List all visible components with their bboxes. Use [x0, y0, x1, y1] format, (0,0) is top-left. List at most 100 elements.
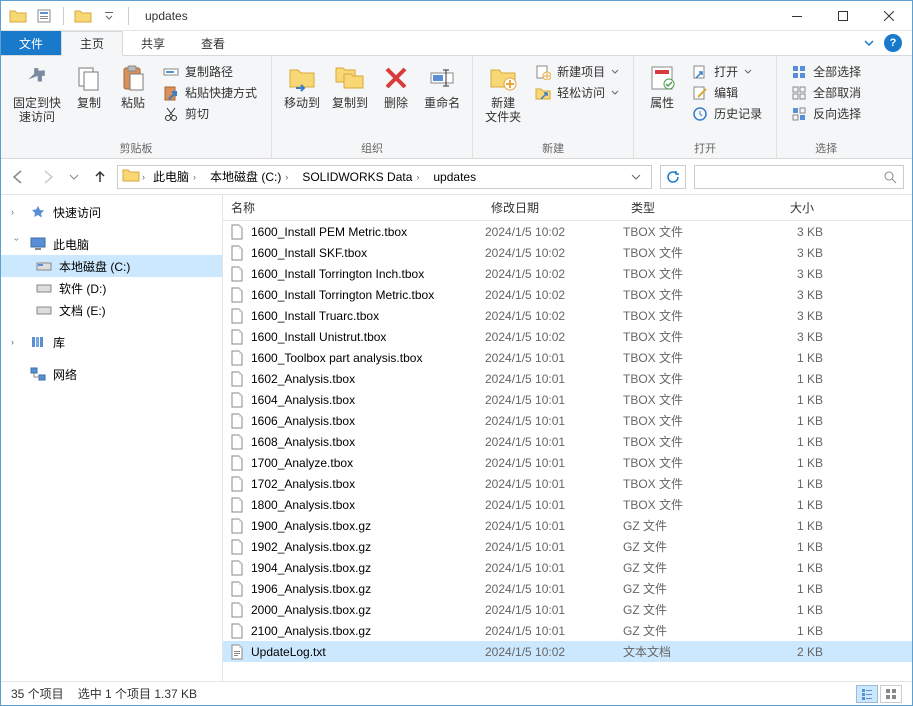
breadcrumb-segment[interactable]: 本地磁盘 (C:)›: [204, 168, 294, 185]
file-row[interactable]: 1600_Install Torrington Metric.tbox2024/…: [223, 284, 912, 305]
file-row[interactable]: UpdateLog.txt2024/1/5 10:02文本文档2 KB: [223, 641, 912, 662]
paste-icon: [117, 62, 149, 94]
file-row[interactable]: 1700_Analyze.tbox2024/1/5 10:01TBOX 文件1 …: [223, 452, 912, 473]
nav-up-button[interactable]: [91, 168, 109, 186]
file-row[interactable]: 1800_Analysis.tbox2024/1/5 10:01TBOX 文件1…: [223, 494, 912, 515]
refresh-button[interactable]: [660, 165, 686, 189]
file-type: TBOX 文件: [623, 454, 743, 471]
file-row[interactable]: 1600_Install Torrington Inch.tbox2024/1/…: [223, 263, 912, 284]
file-row[interactable]: 1600_Install Unistrut.tbox2024/1/5 10:02…: [223, 326, 912, 347]
drive-icon: [35, 302, 53, 318]
rename-button[interactable]: 重命名: [418, 60, 466, 112]
file-name: 1600_Install SKF.tbox: [251, 246, 367, 260]
file-row[interactable]: 1602_Analysis.tbox2024/1/5 10:01TBOX 文件1…: [223, 368, 912, 389]
file-type: TBOX 文件: [623, 349, 743, 366]
tree-network[interactable]: 网络: [1, 363, 222, 385]
column-size[interactable]: 大小: [743, 199, 823, 216]
file-row[interactable]: 1604_Analysis.tbox2024/1/5 10:01TBOX 文件1…: [223, 389, 912, 410]
expand-icon[interactable]: ›: [11, 207, 23, 217]
file-row[interactable]: 2000_Analysis.tbox.gz2024/1/5 10:01GZ 文件…: [223, 599, 912, 620]
minimize-button[interactable]: [774, 1, 820, 31]
dropdown-icon: [611, 89, 619, 97]
column-date[interactable]: 修改日期: [483, 199, 623, 216]
file-row[interactable]: 1902_Analysis.tbox.gz2024/1/5 10:01GZ 文件…: [223, 536, 912, 557]
open-button[interactable]: 打开: [688, 62, 766, 81]
file-row[interactable]: 1600_Toolbox part analysis.tbox2024/1/5 …: [223, 347, 912, 368]
copy-button[interactable]: 复制: [67, 60, 111, 112]
tree-libraries[interactable]: › 库: [1, 331, 222, 353]
search-input[interactable]: [694, 165, 904, 189]
delete-button[interactable]: 删除: [374, 60, 418, 112]
new-folder-button[interactable]: 新建 文件夹: [479, 60, 527, 127]
file-row[interactable]: 1600_Install Truarc.tbox2024/1/5 10:02TB…: [223, 305, 912, 326]
tree-this-pc[interactable]: › 此电脑: [1, 233, 222, 255]
breadcrumb-segment[interactable]: updates: [427, 170, 482, 184]
view-details-button[interactable]: [856, 685, 878, 703]
column-type[interactable]: 类型: [623, 199, 743, 216]
maximize-button[interactable]: [820, 1, 866, 31]
file-name: 1600_Install Torrington Metric.tbox: [251, 288, 434, 302]
properties-button[interactable]: 属性: [640, 60, 684, 112]
copy-to-button[interactable]: 复制到: [326, 60, 374, 112]
file-size: 1 KB: [743, 582, 823, 596]
file-row[interactable]: 1900_Analysis.tbox.gz2024/1/5 10:01GZ 文件…: [223, 515, 912, 536]
breadcrumb-segment[interactable]: 此电脑›: [147, 168, 202, 185]
column-headers: 名称 修改日期 类型 大小: [223, 195, 912, 221]
tab-file[interactable]: 文件: [1, 31, 61, 55]
paste-shortcut-button[interactable]: 粘贴快捷方式: [159, 83, 261, 102]
nav-forward-button[interactable]: [39, 168, 57, 186]
new-item-button[interactable]: 新建项目: [531, 62, 623, 81]
tab-share[interactable]: 共享: [123, 31, 183, 55]
folder-icon: [122, 168, 140, 186]
file-date: 2024/1/5 10:01: [483, 624, 623, 638]
file-row[interactable]: 1904_Analysis.tbox.gz2024/1/5 10:01GZ 文件…: [223, 557, 912, 578]
file-row[interactable]: 1702_Analysis.tbox2024/1/5 10:01TBOX 文件1…: [223, 473, 912, 494]
easy-access-button[interactable]: 轻松访问: [531, 83, 623, 102]
invert-selection-button[interactable]: 反向选择: [787, 104, 865, 123]
properties-icon: [646, 62, 678, 94]
pin-to-quick-access-button[interactable]: 固定到快 速访问: [7, 60, 67, 127]
file-row[interactable]: 2100_Analysis.tbox.gz2024/1/5 10:01GZ 文件…: [223, 620, 912, 641]
chevron-right-icon[interactable]: ›: [142, 172, 145, 182]
column-name[interactable]: 名称: [223, 199, 483, 216]
tree-drive-e[interactable]: 文档 (E:): [1, 299, 222, 321]
tab-home[interactable]: 主页: [61, 31, 123, 56]
properties-icon[interactable]: [33, 5, 55, 27]
tab-view[interactable]: 查看: [183, 31, 243, 55]
view-icons-button[interactable]: [880, 685, 902, 703]
move-to-button[interactable]: 移动到: [278, 60, 326, 112]
copy-path-button[interactable]: 复制路径: [159, 62, 261, 81]
file-type: GZ 文件: [623, 517, 743, 534]
history-button[interactable]: 历史记录: [688, 104, 766, 123]
tree-drive-c[interactable]: 本地磁盘 (C:): [1, 255, 222, 277]
tree-drive-d[interactable]: 软件 (D:): [1, 277, 222, 299]
file-row[interactable]: 1606_Analysis.tbox2024/1/5 10:01TBOX 文件1…: [223, 410, 912, 431]
tree-quick-access[interactable]: › 快速访问: [1, 201, 222, 223]
nav-recent-button[interactable]: [69, 172, 79, 182]
qat-folder-icon[interactable]: [72, 5, 94, 27]
file-row[interactable]: 1906_Analysis.tbox.gz2024/1/5 10:01GZ 文件…: [223, 578, 912, 599]
new-folder-icon: [487, 62, 519, 94]
paste-button[interactable]: 粘贴: [111, 60, 155, 112]
nav-back-button[interactable]: [9, 168, 27, 186]
edit-button[interactable]: 编辑: [688, 83, 766, 102]
breadcrumb-dropdown-icon[interactable]: [625, 172, 647, 182]
star-icon: [29, 204, 47, 220]
cut-button[interactable]: 剪切: [159, 104, 261, 123]
file-row[interactable]: 1608_Analysis.tbox2024/1/5 10:01TBOX 文件1…: [223, 431, 912, 452]
file-row[interactable]: 1600_Install SKF.tbox2024/1/5 10:02TBOX …: [223, 242, 912, 263]
close-button[interactable]: [866, 1, 912, 31]
file-row[interactable]: 1600_Install PEM Metric.tbox2024/1/5 10:…: [223, 221, 912, 242]
select-none-button[interactable]: 全部取消: [787, 83, 865, 102]
breadcrumb-segment[interactable]: SOLIDWORKS Data›: [296, 170, 425, 184]
file-size: 3 KB: [743, 225, 823, 239]
file-type: TBOX 文件: [623, 496, 743, 513]
file-size: 1 KB: [743, 456, 823, 470]
select-all-button[interactable]: 全部选择: [787, 62, 865, 81]
expand-icon[interactable]: ›: [11, 337, 23, 347]
qat-dropdown-icon[interactable]: [98, 5, 120, 27]
breadcrumb[interactable]: › 此电脑› 本地磁盘 (C:)› SOLIDWORKS Data› updat…: [117, 165, 652, 189]
help-icon[interactable]: ?: [884, 34, 902, 52]
collapse-icon[interactable]: ›: [12, 238, 22, 250]
chevron-down-icon[interactable]: [864, 38, 874, 48]
